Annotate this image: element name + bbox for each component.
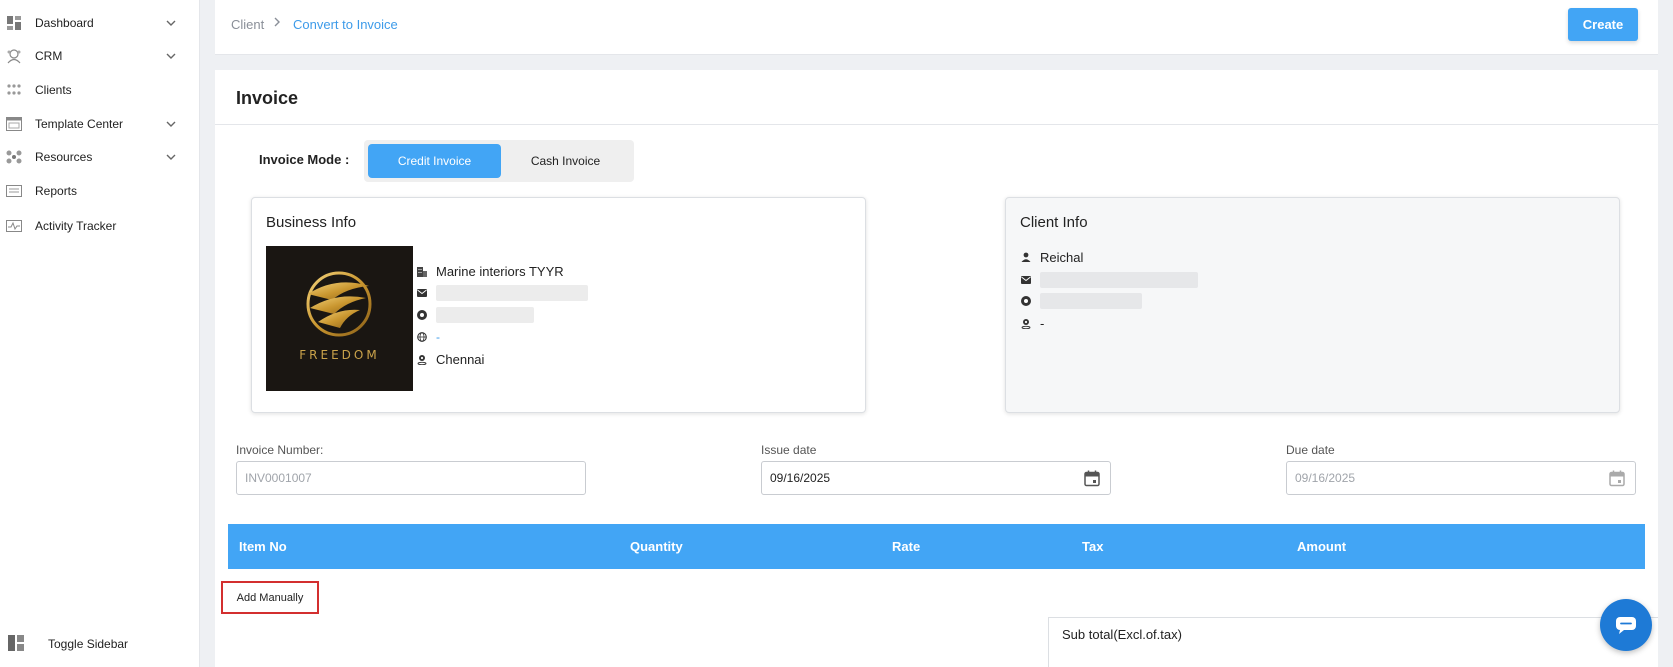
chevron-right-icon xyxy=(274,17,280,27)
sidebar-toggle-icon xyxy=(8,635,24,651)
building-icon xyxy=(416,265,428,277)
toggle-sidebar-label: Toggle Sidebar xyxy=(48,637,129,651)
column-header: Tax xyxy=(1082,539,1104,554)
business-info-title: Business Info xyxy=(266,214,357,231)
divider xyxy=(215,124,1658,125)
crm-icon xyxy=(6,48,22,64)
page-title: Invoice xyxy=(236,88,299,108)
business-logo: FREEDOM xyxy=(266,246,413,391)
sidebar-item-label: Reports xyxy=(35,184,78,198)
client-phone-redacted xyxy=(1040,293,1142,309)
location-icon xyxy=(416,353,428,365)
person-icon xyxy=(1020,251,1032,263)
cash-invoice-button[interactable]: Cash Invoice xyxy=(501,144,630,178)
subtotal-label: Sub total(Excl.of.tax) xyxy=(1062,627,1182,642)
calendar-icon[interactable] xyxy=(1608,469,1626,487)
invoice-number-input[interactable] xyxy=(236,461,586,495)
business-email-row xyxy=(416,284,588,302)
business-email-redacted xyxy=(436,285,588,301)
column-header: Item No xyxy=(239,539,287,554)
client-info-card: Client Info Reichal - xyxy=(1005,197,1620,413)
business-website-row: - xyxy=(416,328,440,346)
template-icon xyxy=(6,116,22,132)
due-date-label: Due date xyxy=(1286,443,1335,457)
sidebar-item-label: Resources xyxy=(35,150,93,164)
breadcrumb-client[interactable]: Client xyxy=(231,17,264,32)
chevron-down-icon xyxy=(166,154,176,160)
sidebar-item-resources[interactable]: Resources xyxy=(0,142,200,172)
page-header: Client Convert to Invoice Create xyxy=(215,0,1658,55)
invoice-mode-label: Invoice Mode : xyxy=(259,152,350,167)
sidebar-item-crm[interactable]: CRM xyxy=(0,41,200,71)
credit-invoice-button[interactable]: Credit Invoice xyxy=(368,144,501,178)
sidebar-item-activity-tracker[interactable]: Activity Tracker xyxy=(0,211,200,241)
invoice-form: Invoice Invoice Mode : Credit Invoice Ca… xyxy=(215,70,1658,667)
client-phone-row xyxy=(1020,292,1142,310)
client-email-row xyxy=(1020,271,1198,289)
business-phone-redacted xyxy=(436,307,534,323)
business-name: Marine interiors TYYR xyxy=(436,263,564,279)
sidebar-item-label: CRM xyxy=(35,49,63,63)
breadcrumb-current: Convert to Invoice xyxy=(293,17,398,32)
add-manually-button[interactable]: Add Manually xyxy=(221,581,319,614)
sidebar-item-dashboard[interactable]: Dashboard xyxy=(0,8,200,38)
business-info-card: Business Info FREEDOM Marine interiors T… xyxy=(251,197,866,413)
client-name-row: Reichal xyxy=(1020,248,1083,266)
sidebar-item-clients[interactable]: Clients xyxy=(0,75,200,105)
invoice-mode-toggle: Credit Invoice Cash Invoice xyxy=(364,140,634,182)
sidebar: Dashboard CRM Clients Template Center Re… xyxy=(0,0,200,667)
chevron-down-icon xyxy=(166,121,176,127)
create-button[interactable]: Create xyxy=(1568,8,1638,41)
sidebar-item-label: Template Center xyxy=(35,117,124,131)
column-header: Rate xyxy=(892,539,921,554)
business-website[interactable]: - xyxy=(436,330,440,344)
items-table-header: Item No Quantity Rate Tax Amount xyxy=(228,524,1645,569)
phone-icon xyxy=(416,309,428,321)
chat-icon xyxy=(1616,617,1636,634)
calendar-icon[interactable] xyxy=(1083,469,1101,487)
business-phone-row xyxy=(416,306,534,324)
mail-icon xyxy=(1020,274,1032,286)
invoice-number-label: Invoice Number: xyxy=(236,443,324,457)
sidebar-item-label: Clients xyxy=(35,83,72,97)
sidebar-item-template-center[interactable]: Template Center xyxy=(0,109,200,139)
column-header: Amount xyxy=(1297,539,1347,554)
chevron-down-icon xyxy=(166,20,176,26)
globe-icon xyxy=(416,331,428,343)
chevron-down-icon xyxy=(166,53,176,59)
business-location-row: Chennai xyxy=(416,350,484,368)
client-email-redacted xyxy=(1040,272,1198,288)
client-info-title: Client Info xyxy=(1020,214,1088,231)
logo-text: FREEDOM xyxy=(299,348,380,362)
column-header: Quantity xyxy=(630,539,683,554)
mail-icon xyxy=(416,287,428,299)
client-location-row: - xyxy=(1020,314,1044,332)
phone-icon xyxy=(1020,295,1032,307)
totals-panel: Sub total(Excl.of.tax) xyxy=(1048,617,1658,667)
sidebar-item-label: Dashboard xyxy=(35,16,94,30)
business-location: Chennai xyxy=(436,351,485,367)
business-name-row: Marine interiors TYYR xyxy=(416,262,564,280)
due-date-input[interactable] xyxy=(1286,461,1636,495)
resources-icon xyxy=(6,149,22,165)
sidebar-item-label: Activity Tracker xyxy=(35,219,117,233)
reports-icon xyxy=(6,183,22,199)
dashboard-icon xyxy=(6,15,22,31)
client-name: Reichal xyxy=(1040,249,1084,265)
toggle-sidebar-button[interactable]: Toggle Sidebar xyxy=(0,630,200,656)
chat-support-button[interactable] xyxy=(1600,599,1652,651)
clients-icon xyxy=(6,82,22,98)
activity-icon xyxy=(6,218,22,234)
sidebar-item-reports[interactable]: Reports xyxy=(0,176,200,206)
issue-date-label: Issue date xyxy=(761,443,817,457)
location-icon xyxy=(1020,317,1032,329)
client-location: - xyxy=(1040,315,1045,331)
issue-date-input[interactable] xyxy=(761,461,1111,495)
freedom-emblem-icon xyxy=(306,271,372,337)
